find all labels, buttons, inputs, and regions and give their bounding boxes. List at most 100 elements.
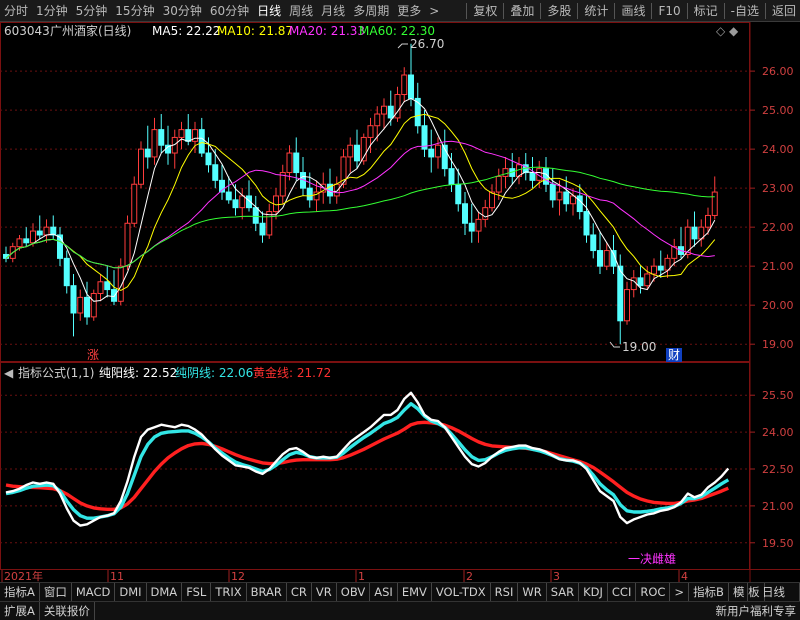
indicator-tab-8[interactable]: CR [287, 583, 312, 601]
indicator-note: 一决雌雄 [628, 551, 676, 566]
period-tab-2[interactable]: 5分钟 [72, 0, 112, 22]
candle-body [347, 144, 354, 158]
candle-body [36, 230, 43, 236]
marker-zhang[interactable]: 涨 [87, 347, 99, 362]
candle-body [178, 129, 185, 138]
indicator-tab-20[interactable]: > [670, 583, 690, 601]
main-y-tick-label: 22.00 [762, 221, 794, 234]
candle-body [144, 148, 151, 158]
indicator-tab-13[interactable]: VOL-TDX [432, 583, 491, 601]
toolbar-separator [540, 3, 542, 19]
indicator-tab-14[interactable]: RSI [491, 583, 519, 601]
candle-body [138, 148, 144, 185]
candle-body [374, 113, 381, 127]
indicator-tab-9[interactable]: VR [312, 583, 337, 601]
top-toolbar: 分时 1分钟 5分钟 15分钟 30分钟 60分钟 日线 周线 月线 多周期 更多 > 复权 叠加 多股统… [0, 0, 800, 22]
indicator-tab-1[interactable]: 窗口 [40, 583, 72, 601]
period-tab-4[interactable]: 30分钟 [159, 0, 206, 22]
candle-body [691, 226, 698, 240]
indicator-y-tick-label: 24.00 [762, 426, 794, 439]
toolbar-separator [651, 3, 653, 19]
indicator-tab-12[interactable]: EMV [398, 583, 432, 601]
candle-body [306, 187, 313, 201]
toolbar-action-0[interactable]: 复权 [469, 0, 501, 22]
candle-body [529, 172, 536, 181]
indicator-y-tick-label: 19.50 [762, 537, 794, 550]
toolbar-action-2[interactable]: 多股 [543, 0, 575, 22]
candle-body [705, 214, 711, 228]
indicator-tab-17[interactable]: KDJ [579, 583, 608, 601]
indicator-tab-10[interactable]: OBV [337, 583, 371, 601]
main-y-tick-label: 20.00 [762, 299, 794, 312]
marker-cai[interactable]: 财 [668, 348, 680, 362]
toolbar-action-5[interactable]: F10 [654, 0, 684, 22]
ma-legend-item: MA20: 21.33 [289, 24, 365, 38]
indicator-y-tick-label: 21.00 [762, 500, 794, 513]
toolbar-action-6[interactable]: 标记 [690, 0, 722, 22]
main-y-tick-label: 23.00 [762, 182, 794, 195]
candle-body [239, 195, 246, 209]
indicator-tab-15[interactable]: WR [518, 583, 547, 601]
indicator-tab-11[interactable]: ASI [370, 583, 398, 601]
corner-icons[interactable]: ◇ ◆ [716, 24, 739, 38]
candle-body [603, 250, 610, 267]
toolbar-action-8[interactable]: 返回 [768, 0, 800, 22]
period-tab-8[interactable]: 月线 [317, 0, 349, 22]
candle-body [212, 164, 219, 181]
candle-body [43, 226, 50, 236]
toolbar-action-3[interactable]: 统计 [580, 0, 612, 22]
candle-body [367, 125, 374, 138]
indicator-tab-21[interactable]: 指标B [689, 583, 729, 601]
candle-body [711, 191, 718, 216]
candle-body [293, 152, 300, 174]
tab-period-daily[interactable]: 日线 [747, 583, 800, 601]
indicator-tab-4[interactable]: DMA [147, 583, 183, 601]
candle-body [333, 183, 340, 197]
indicator-legend-item: 纯阴线: 22.06 [175, 366, 253, 380]
candle-body [563, 191, 570, 205]
period-tab-0[interactable]: 分时 [0, 0, 32, 22]
toolbar-action-4[interactable]: 画线 [617, 0, 649, 22]
indicator-tab-0[interactable]: 指标A [0, 583, 40, 601]
candle-body [448, 168, 455, 185]
candle-body [468, 222, 475, 232]
period-tab-3[interactable]: 15分钟 [111, 0, 158, 22]
toolbar-action-7[interactable]: -自选 [727, 0, 763, 22]
period-tab-1[interactable]: 1分钟 [32, 0, 72, 22]
indicator-tab-16[interactable]: SAR [547, 583, 580, 601]
indicator-tab-6[interactable]: TRIX [211, 583, 247, 601]
toolbar-separator [503, 3, 505, 19]
indicator-arrow-icon[interactable]: ◀ [4, 366, 14, 380]
stock-name: 广州酒家(日线) [50, 23, 131, 38]
candle-body [630, 277, 637, 291]
candle-body [205, 152, 212, 166]
period-tab-10[interactable]: 更多 [393, 0, 425, 22]
indicator-tab-5[interactable]: FSL [182, 583, 212, 601]
period-tab-7[interactable]: 周线 [285, 0, 317, 22]
indicator-tab-3[interactable]: DMI [115, 583, 147, 601]
low-label: 19.00 [622, 340, 656, 354]
period-tab-9[interactable]: 多周期 [349, 0, 393, 22]
toolbar-action-1[interactable]: 叠加 [506, 0, 538, 22]
period-tab-6[interactable]: 日线 [253, 0, 285, 22]
candle-body [354, 144, 360, 162]
candle-body [131, 183, 138, 224]
candle-body [84, 296, 90, 318]
status-item-0[interactable]: 扩展A [0, 602, 40, 620]
status-item-1[interactable]: 关联报价 [40, 602, 95, 620]
indicator-legend-item: 纯阳线: 22.52 [99, 366, 177, 380]
candle-body [549, 183, 556, 201]
candle-body [644, 273, 651, 287]
candle-body [408, 74, 414, 99]
ma-legend: MA5: 22.22MA10: 21.87MA20: 21.33MA60: 22… [152, 24, 435, 38]
indicator-tab-2[interactable]: MACD [72, 583, 116, 601]
more-chevron-icon[interactable]: > [425, 0, 443, 22]
indicator-tab-18[interactable]: CCI [608, 583, 637, 601]
candle-body [651, 265, 657, 275]
promo-link[interactable]: 新用户福利专享 [716, 602, 797, 620]
candle-body [576, 195, 583, 213]
period-tab-5[interactable]: 60分钟 [206, 0, 253, 22]
candle-body [590, 234, 597, 252]
indicator-tab-19[interactable]: ROC [636, 583, 671, 601]
indicator-tab-7[interactable]: BRAR [247, 583, 287, 601]
